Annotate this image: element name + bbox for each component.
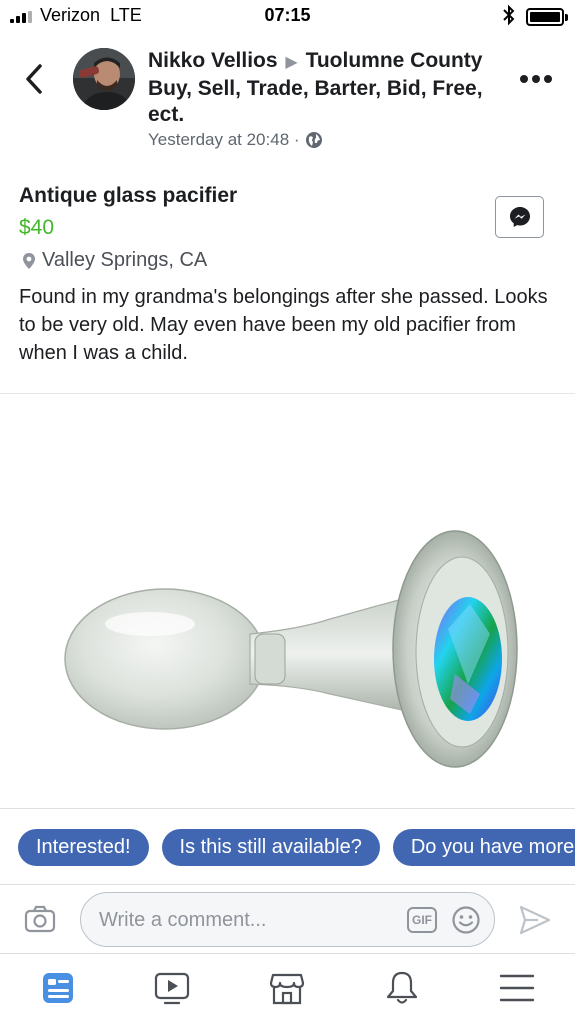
watch-video-icon (154, 972, 190, 1005)
nav-marketplace[interactable] (264, 966, 310, 1010)
author-avatar[interactable] (73, 48, 135, 110)
more-options-button[interactable] (520, 72, 556, 86)
bell-icon (386, 971, 418, 1004)
glass-object-image (64, 530, 518, 768)
battery-icon (526, 8, 568, 26)
bottom-nav (0, 954, 575, 1022)
listing-photo[interactable] (0, 394, 575, 808)
news-feed-icon (43, 973, 73, 1003)
post-meta: Yesterday at 20:48 · (148, 130, 323, 150)
listing-title: Antique glass pacifier (19, 184, 238, 207)
nav-news-feed[interactable] (35, 966, 81, 1010)
carrier-label: Verizon LTE (40, 5, 142, 26)
listing-description: Found in my grandma's belongings after s… (19, 286, 548, 364)
avatar-image (73, 48, 135, 110)
shared-to-arrow-icon: ▶ (285, 54, 298, 71)
location-text: Valley Springs, CA (42, 249, 208, 271)
emoji-icon[interactable] (451, 905, 481, 935)
back-arrow-icon[interactable] (22, 62, 48, 96)
comment-input[interactable] (99, 906, 399, 934)
status-bar: Verizon LTE 07:15 (0, 0, 575, 34)
send-icon[interactable] (518, 904, 552, 936)
nav-watch[interactable] (149, 966, 195, 1010)
signal-icon (10, 11, 36, 23)
author-name[interactable]: Nikko Vellios (148, 49, 278, 72)
globe-icon (305, 132, 322, 148)
marketplace-icon (269, 973, 305, 1005)
divider (0, 884, 575, 885)
quick-reply-interested[interactable]: Interested! (18, 829, 149, 866)
network-type: LTE (110, 5, 142, 25)
quick-reply-more-info[interactable]: Do you have more info? (392, 829, 575, 866)
location-pin-icon (23, 252, 35, 269)
nav-menu[interactable] (494, 966, 540, 1010)
post-timestamp[interactable]: Yesterday at 20:48 · (148, 130, 300, 150)
nav-notifications[interactable] (379, 966, 425, 1010)
message-seller-button[interactable] (495, 196, 544, 238)
hamburger-menu-icon (499, 974, 535, 1002)
listing-location: Valley Springs, CA (22, 249, 207, 272)
divider (0, 808, 575, 809)
quick-reply-bar: Interested! Is this still available? Do yo… (18, 829, 575, 867)
post-author-line: Nikko Vellios ▶ Tuolumne County Buy, Sel… (148, 48, 508, 128)
bluetooth-icon (503, 4, 515, 26)
comment-composer[interactable]: GIF (80, 892, 495, 947)
messenger-icon (509, 207, 530, 227)
quick-reply-available[interactable]: Is this still available? (161, 829, 380, 866)
listing-price: $40 (19, 216, 55, 239)
carrier-name: Verizon (40, 5, 101, 25)
camera-icon[interactable] (24, 905, 56, 933)
gif-button[interactable]: GIF (407, 907, 437, 933)
